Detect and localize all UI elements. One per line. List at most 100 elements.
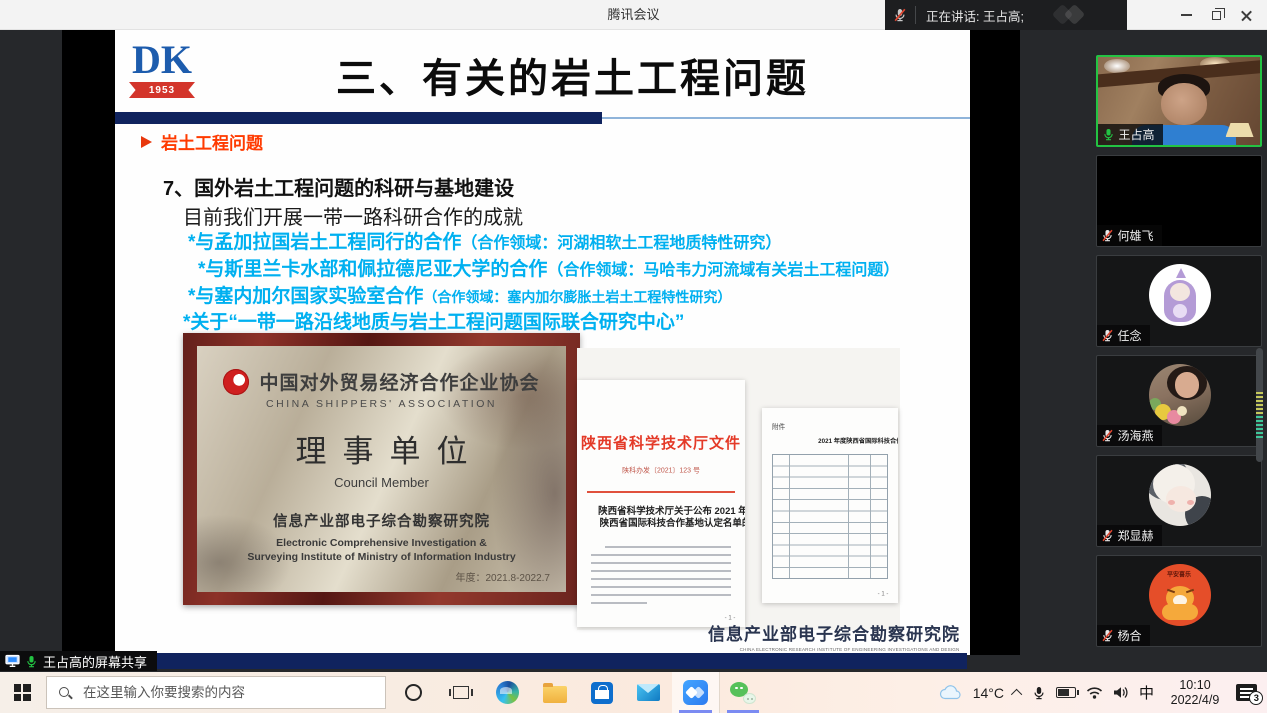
participant-tile-zhengxianhe[interactable]: 郑显赫 bbox=[1096, 455, 1262, 547]
action-center-icon[interactable]: 3 bbox=[1236, 684, 1257, 701]
close-button[interactable] bbox=[1231, 0, 1261, 30]
title-underline-bar bbox=[115, 112, 602, 124]
taskbar-search[interactable] bbox=[46, 676, 386, 709]
sidebar-scrollbar[interactable] bbox=[1256, 348, 1263, 462]
restore-button[interactable] bbox=[1201, 0, 1231, 30]
slide-item: *关于“一带一路沿线地质与岩土工程问题国际联合研究中心” bbox=[183, 307, 684, 334]
section-bullet: 岩土工程问题 bbox=[141, 129, 263, 154]
mic-muted-icon bbox=[1101, 229, 1114, 242]
participant-name-chip: 汤海燕 bbox=[1097, 425, 1162, 446]
slide-heading: 7、国外岩土工程问题的科研与基地建设 bbox=[163, 172, 514, 201]
battery-icon[interactable] bbox=[1056, 687, 1076, 698]
search-input[interactable] bbox=[81, 684, 374, 701]
mic-muted-icon bbox=[1101, 429, 1114, 442]
documents-photo: 陕西省科学技术厅文件 陕科办发〔2021〕123 号 陕西省科学技术厅关于公布 … bbox=[577, 348, 900, 630]
participant-name-chip: 任念 bbox=[1097, 325, 1150, 346]
tencent-meeting-button[interactable] bbox=[672, 672, 719, 713]
mail-icon bbox=[637, 684, 660, 701]
participant-tile-hexiongfei[interactable]: 何雄飞 bbox=[1096, 155, 1262, 247]
lamp bbox=[1226, 123, 1254, 137]
plaque-plate: 中国对外贸易经济合作企业协会 CHINA SHIPPERS' ASSOCIATI… bbox=[197, 346, 566, 592]
avatar-tiger: 平安喜乐 bbox=[1149, 564, 1211, 626]
presentation-slide: DK 1953 三、有关的岩土工程问题 岩土工程问题 7、国外岩土工程问题的科研… bbox=[115, 30, 970, 655]
mic-on-icon bbox=[1102, 128, 1115, 141]
mic-on-icon bbox=[25, 655, 38, 668]
tray-expand-chevron-icon[interactable] bbox=[1011, 688, 1022, 699]
avatar-photo-woman-flowers bbox=[1149, 364, 1211, 426]
window-titlebar: 腾讯会议 正在讲话: 王占高; bbox=[0, 0, 1267, 30]
doc2-table bbox=[772, 454, 888, 579]
document-page-2: 附件 2021 年度陕西省国际科技合作基地认定名单 - 1 - bbox=[762, 408, 898, 603]
system-tray: 14°C 中 10:10 2022/4/9 3 bbox=[939, 672, 1267, 713]
doc1-number: 陕科办发〔2021〕123 号 bbox=[622, 465, 700, 475]
participant-name-chip: 王占高 bbox=[1098, 124, 1163, 145]
speaking-indicator: 正在讲话: 王占高; bbox=[885, 0, 1127, 30]
store-button[interactable] bbox=[578, 672, 625, 713]
slide-footer-en: CHINA ELECTRONIC RESEARCH INSTITUTE OF E… bbox=[740, 647, 960, 652]
avatar-teletubby bbox=[1149, 264, 1211, 326]
screen-share-banner: 王占高的屏幕共享 bbox=[0, 651, 157, 671]
doc2-title: 2021 年度陕西省国际科技合作基地认定名单 bbox=[818, 436, 898, 445]
participant-name-chip: 杨合 bbox=[1097, 625, 1150, 646]
slide-item: *与塞内加尔国家实验室合作（合作领域：塞内加尔膨胀土岩土工程特性研究） bbox=[188, 281, 731, 308]
tray-date: 2022/4/9 bbox=[1164, 693, 1226, 708]
title-underline-thin bbox=[602, 117, 970, 119]
doc2-attachment-label: 附件 bbox=[772, 422, 785, 431]
plaque-member-en: Electronic Comprehensive Investigation &… bbox=[197, 536, 566, 564]
participant-tile-wangzhangao[interactable]: 王占高 bbox=[1096, 55, 1262, 147]
mail-button[interactable] bbox=[625, 672, 672, 713]
participant-tile-rennian[interactable]: 任念 bbox=[1096, 255, 1262, 347]
start-button[interactable] bbox=[0, 672, 44, 713]
tray-time: 10:10 bbox=[1164, 678, 1226, 693]
participant-tile-tanghaiyan[interactable]: 汤海燕 bbox=[1096, 355, 1262, 447]
tencent-meeting-icon bbox=[683, 680, 708, 705]
plaque-title-en: Council Member bbox=[197, 475, 566, 490]
plaque-photo: 中国对外贸易经济合作企业协会 CHINA SHIPPERS' ASSOCIATI… bbox=[183, 333, 580, 605]
notification-badge: 3 bbox=[1249, 691, 1263, 705]
participant-tile-yanghe[interactable]: 平安喜乐 杨合 bbox=[1096, 555, 1262, 647]
wechat-button[interactable] bbox=[719, 672, 766, 713]
clock[interactable]: 10:10 2022/4/9 bbox=[1164, 678, 1226, 708]
store-icon bbox=[591, 682, 613, 704]
monitor-icon bbox=[5, 654, 20, 668]
mic-muted-icon bbox=[885, 8, 915, 22]
taskbar-icons bbox=[390, 672, 766, 713]
edge-button[interactable] bbox=[484, 672, 531, 713]
participant-name-chip: 何雄飞 bbox=[1097, 225, 1162, 246]
slide-footer-cn: 信息产业部电子综合勘察研究院 bbox=[381, 620, 960, 645]
participants-sidebar: 王占高 何雄飞 任念 汤海燕 bbox=[1090, 30, 1267, 672]
task-view-button[interactable] bbox=[437, 672, 484, 713]
weather-temp[interactable]: 14°C bbox=[973, 685, 1004, 701]
file-explorer-button[interactable] bbox=[531, 672, 578, 713]
tray-mic-icon[interactable] bbox=[1032, 686, 1046, 700]
doc1-heading: 陕西省科学技术厅关于公布 2021 年度 陕西省国际科技合作基地认定名单的通知 bbox=[577, 503, 745, 534]
doc2-page-number: - 1 - bbox=[877, 590, 888, 597]
ime-indicator[interactable]: 中 bbox=[1139, 682, 1154, 703]
slide-item: *与斯里兰卡水部和佩拉德尼亚大学的合作（合作领域：马哈韦力河流域有关岩土工程问题… bbox=[198, 254, 899, 281]
folder-icon bbox=[543, 686, 567, 703]
plaque-title-cn: 理事单位 bbox=[197, 426, 566, 471]
divider bbox=[915, 6, 916, 24]
document-page-1: 陕西省科学技术厅文件 陕科办发〔2021〕123 号 陕西省科学技术厅关于公布 … bbox=[577, 380, 745, 627]
wifi-icon[interactable] bbox=[1086, 686, 1103, 699]
speaking-label: 正在讲话: 王占高; bbox=[926, 6, 1024, 25]
wechat-icon bbox=[730, 682, 756, 704]
search-icon bbox=[58, 686, 72, 700]
slide-item: *与孟加拉国岩土工程同行的合作（合作领域：河湖相软土工程地质特性研究） bbox=[188, 227, 781, 254]
mic-muted-icon bbox=[1101, 529, 1114, 542]
doc1-title: 陕西省科学技术厅文件 bbox=[577, 432, 745, 453]
arrow-bullet-icon bbox=[141, 136, 152, 148]
plaque-org-cn: 中国对外贸易经济合作企业协会 bbox=[259, 368, 539, 395]
cortana-button[interactable] bbox=[390, 672, 437, 713]
plaque-org-en: CHINA SHIPPERS' ASSOCIATION bbox=[197, 398, 566, 410]
speaker-icon[interactable] bbox=[1113, 686, 1129, 699]
cortana-icon bbox=[405, 684, 422, 701]
screen: DK 1953 三、有关的岩土工程问题 岩土工程问题 7、国外岩土工程问题的科研… bbox=[0, 0, 1267, 713]
slide-subheading: 目前我们开展一带一路科研合作的成就 bbox=[183, 201, 523, 230]
avatar-cartoon-cat bbox=[1149, 464, 1211, 526]
doc1-body-lines bbox=[591, 546, 731, 605]
minimize-button[interactable] bbox=[1171, 0, 1201, 30]
plaque-member-cn: 信息产业部电子综合勘察研究院 bbox=[197, 510, 566, 531]
mic-muted-icon bbox=[1101, 629, 1114, 642]
weather-cloud-icon[interactable] bbox=[939, 685, 963, 700]
